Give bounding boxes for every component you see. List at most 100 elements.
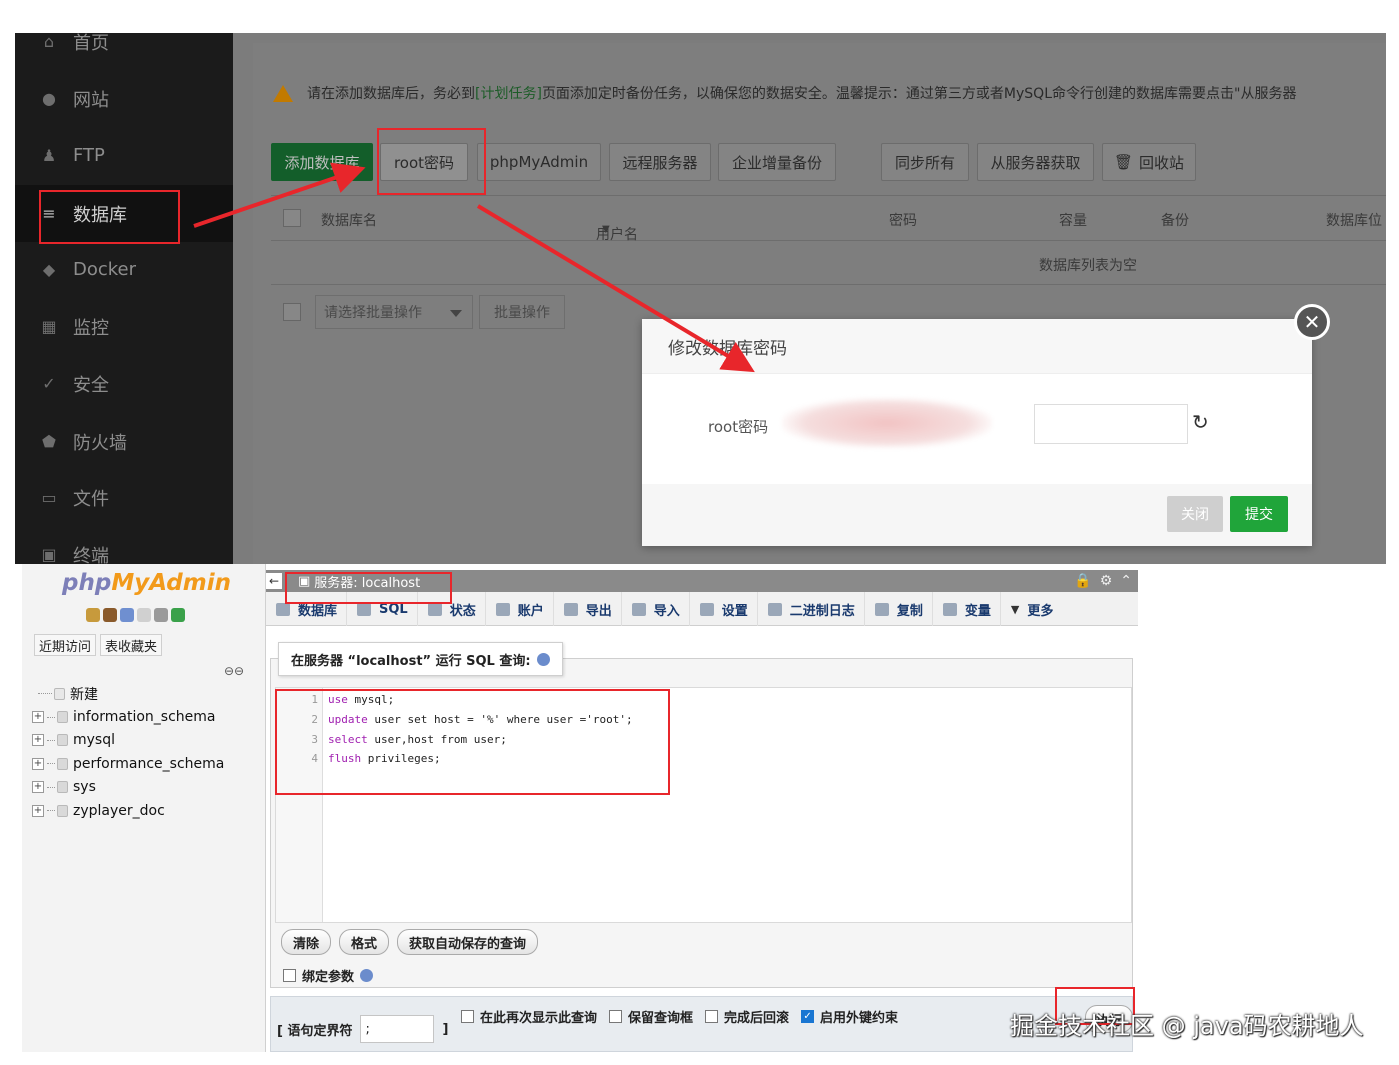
modal-close-button[interactable]: 关闭 <box>1167 496 1223 532</box>
show-query-again-checkbox[interactable] <box>461 1010 474 1023</box>
menu-import[interactable]: 导入 <box>622 592 690 626</box>
menu-replication[interactable]: 复制 <box>865 592 933 626</box>
sql-text: mysql; <box>347 693 395 707</box>
foreign-key-checkbox[interactable]: ✓ <box>801 1010 815 1023</box>
menu-accounts[interactable]: 账户 <box>486 592 554 626</box>
menu-variables[interactable]: 变量 <box>933 592 1001 626</box>
menu-binlog[interactable]: 二进制日志 <box>758 592 865 626</box>
close-icon[interactable]: ✕ <box>1294 304 1330 340</box>
show-query-again-option[interactable]: 在此再次显示此查询 <box>461 1007 597 1026</box>
tab-recent[interactable]: 近期访问 <box>34 634 97 656</box>
lock-icon[interactable]: 🔒 <box>1074 573 1091 589</box>
phpmyadmin-logo[interactable]: phpMyAdmin <box>62 570 231 596</box>
menu-label: 复制 <box>896 603 923 619</box>
phpmyadmin-button[interactable]: phpMyAdmin <box>477 143 601 181</box>
batch-operation-select[interactable]: 请选择批量操作 <box>315 295 473 329</box>
warning-icon <box>273 84 293 102</box>
help-icon[interactable] <box>536 652 550 666</box>
foreign-key-option[interactable]: ✓ 启用外键约束 <box>801 1007 898 1026</box>
tree-item-db[interactable]: + information_schema <box>32 705 224 728</box>
sidebar-item-security[interactable]: ✓ 安全 <box>15 355 233 412</box>
import-icon <box>631 602 646 616</box>
select-all-checkbox[interactable] <box>283 209 301 227</box>
root-password-input[interactable] <box>1034 404 1188 444</box>
recycle-bin-button[interactable]: 🗑 回收站 <box>1102 143 1196 181</box>
tree-item-db[interactable]: + performance_schema <box>32 752 224 775</box>
menu-label: 数据库 <box>298 603 338 619</box>
expand-icon[interactable]: + <box>32 804 44 817</box>
menu-label: 状态 <box>449 603 476 619</box>
delimiter-bracket: ] <box>442 1021 449 1037</box>
get-autosaved-query-button[interactable]: 获取自动保存的查询 <box>397 929 539 955</box>
delimiter-input[interactable]: ; <box>360 1015 435 1043</box>
pma-main-panel: ← ▣ 服务器: localhost 🔒 ⚙ ⌃ 数据库 SQL 状态 账户 导出 … <box>266 570 1138 1052</box>
sidebar-item-label: 防火墙 <box>73 432 127 454</box>
sort-down-icon: ▼ <box>602 224 610 235</box>
sync-all-button[interactable]: 同步所有 <box>881 143 969 181</box>
expand-icon[interactable]: + <box>32 781 44 794</box>
reload-icon[interactable] <box>171 608 185 622</box>
home-icon[interactable] <box>86 608 100 622</box>
tree-item-new[interactable]: 新建 <box>32 682 224 705</box>
help-icon[interactable] <box>360 969 374 982</box>
wrench-icon <box>699 602 714 616</box>
menu-databases[interactable]: 数据库 <box>266 592 348 626</box>
refresh-icon[interactable]: ↻ <box>1192 410 1214 434</box>
sidebar-item-database[interactable]: ≡ 数据库 <box>15 185 233 242</box>
sidebar-item-docker[interactable]: ◆ Docker <box>15 241 233 298</box>
root-password-label: root密码 <box>708 418 769 436</box>
chevron-down-icon <box>450 310 462 317</box>
menu-settings[interactable]: 设置 <box>690 592 758 626</box>
expand-icon[interactable]: + <box>32 734 44 747</box>
expand-icon[interactable]: + <box>32 711 44 724</box>
schedule-task-link[interactable]: [计划任务] <box>475 83 542 103</box>
batch-operation-button[interactable]: 批量操作 <box>479 295 565 329</box>
remote-server-button[interactable]: 远程服务器 <box>609 143 711 181</box>
sidebar-item-firewall[interactable]: ⬟ 防火墙 <box>15 413 233 470</box>
add-database-button[interactable]: 添加数据库 <box>271 143 373 181</box>
binlog-icon <box>767 602 782 616</box>
help-icon[interactable] <box>120 608 134 622</box>
sidebar-item-monitor[interactable]: ▦ 监控 <box>15 298 233 355</box>
sidebar-item-home[interactable]: ⌂ 首页 <box>15 33 233 70</box>
logout-icon[interactable] <box>103 608 117 622</box>
root-password-button[interactable]: root密码 <box>380 143 468 181</box>
collapse-arrow-icon[interactable]: ← <box>266 573 282 589</box>
enterprise-backup-button[interactable]: 企业增量备份 <box>718 143 836 181</box>
batch-select-checkbox[interactable] <box>283 303 301 321</box>
tree-item-db[interactable]: + zyplayer_doc <box>32 799 224 822</box>
tree-item-db[interactable]: + sys <box>32 776 224 799</box>
server-breadcrumb[interactable]: 服务器: localhost <box>314 572 420 591</box>
sql-text: user set host = '%' where user ='root'; <box>367 713 633 727</box>
tree-item-db[interactable]: + mysql <box>32 729 224 752</box>
sidebar-item-website[interactable]: ● 网站 <box>15 70 233 127</box>
tab-favorites[interactable]: 表收藏夹 <box>100 634 163 656</box>
sql-editor[interactable]: 1 use mysql; 2 update user set host = '%' … <box>275 687 1132 923</box>
line-number: 2 <box>311 713 318 727</box>
sidebar-item-terminal[interactable]: ▣ 终端 <box>15 526 233 564</box>
gear-icon[interactable]: ⚙ <box>1100 573 1113 589</box>
pma-navigation-panel: phpMyAdmin 近期访问 表收藏夹 ⊖⊖ 新建 + information_… <box>22 564 266 1052</box>
menu-sql[interactable]: SQL <box>347 592 418 626</box>
clear-button[interactable]: 清除 <box>281 929 332 955</box>
expand-icon[interactable]: + <box>32 757 44 770</box>
keep-query-box-checkbox[interactable] <box>609 1010 623 1023</box>
rollback-checkbox[interactable] <box>705 1010 719 1023</box>
modal-submit-button[interactable]: 提交 <box>1230 496 1288 532</box>
menu-more[interactable]: ▼ 更多 <box>1001 592 1062 626</box>
bind-parameters-checkbox[interactable] <box>283 969 296 982</box>
format-button[interactable]: 格式 <box>339 929 390 955</box>
gear-icon[interactable] <box>154 608 168 622</box>
bind-parameters-option[interactable]: 绑定参数 <box>283 966 374 985</box>
keep-query-box-option[interactable]: 保留查询框 <box>609 1007 693 1026</box>
fetch-from-server-button[interactable]: 从服务器获取 <box>977 143 1094 181</box>
docs-icon[interactable] <box>137 608 151 622</box>
menu-status[interactable]: 状态 <box>418 592 486 626</box>
sidebar-item-files[interactable]: ▭ 文件 <box>15 469 233 526</box>
sidebar-item-ftp[interactable]: ♟ FTP <box>15 127 233 184</box>
sidebar-item-label: 网站 <box>73 89 109 111</box>
collapse-icon[interactable]: ⌃ <box>1120 573 1132 589</box>
link-with-main-icon[interactable]: ⊖⊖ <box>224 664 244 678</box>
menu-export[interactable]: 导出 <box>554 592 622 626</box>
rollback-option[interactable]: 完成后回滚 <box>705 1007 789 1026</box>
